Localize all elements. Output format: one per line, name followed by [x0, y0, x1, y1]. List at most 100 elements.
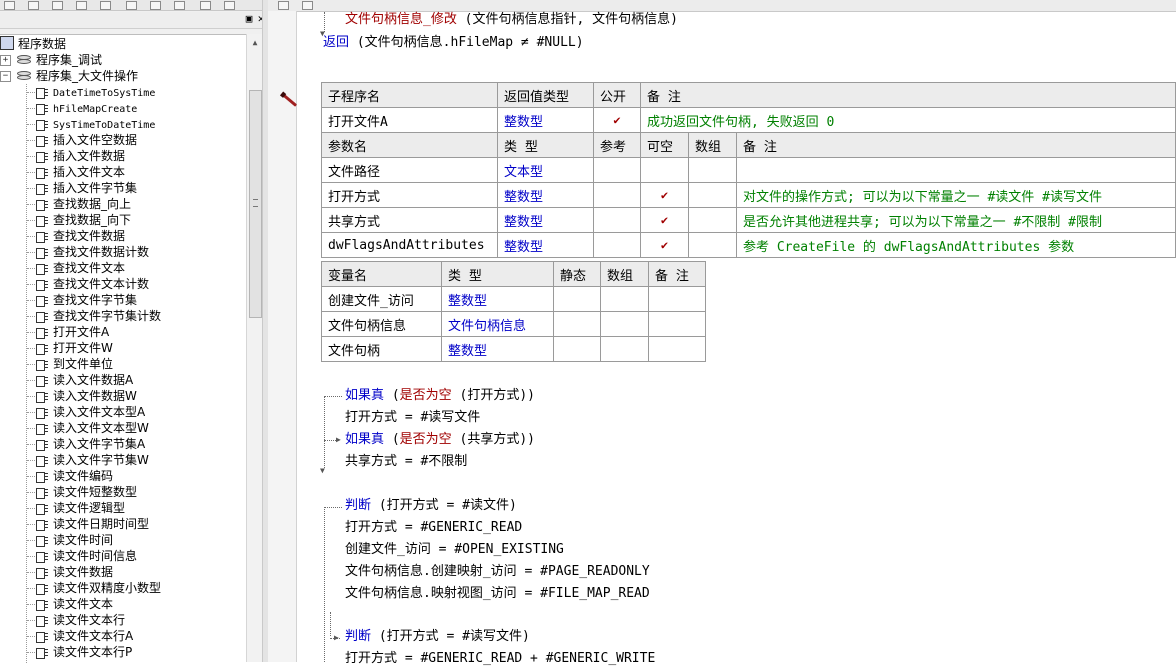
check-icon[interactable]: ✔	[640, 232, 689, 258]
subroutine-name[interactable]: 打开文件A	[321, 107, 498, 133]
table-row[interactable]: 共享方式 整数型 ✔ 是否允许其他进程共享; 可以为以下常量之一 #不限制 #限…	[321, 207, 1176, 233]
scroll-thumb[interactable]	[249, 90, 262, 318]
tree-item[interactable]: 查找文件字节集	[35, 292, 137, 308]
tree-item[interactable]: DateTimeToSysTime	[35, 84, 155, 100]
var-static[interactable]	[553, 336, 601, 362]
tree-item[interactable]: 查找文件数据	[35, 228, 125, 244]
tree-item[interactable]: 插入文件空数据	[35, 132, 137, 148]
tree-item[interactable]: 到文件单位	[35, 356, 113, 372]
toolbar-icon[interactable]	[4, 1, 15, 10]
code-line[interactable]: 打开方式 = #读写文件	[345, 410, 480, 426]
param-name[interactable]: 文件路径	[321, 157, 498, 183]
code-line[interactable]: 创建文件_访问 = #OPEN_EXISTING	[345, 542, 564, 558]
code-line[interactable]: 文件句柄信息.映射视图_访问 = #FILE_MAP_READ	[345, 586, 650, 602]
param-array[interactable]	[688, 207, 737, 233]
param-name[interactable]: 共享方式	[321, 207, 498, 233]
tree-item[interactable]: 插入文件数据	[35, 148, 125, 164]
param-ref[interactable]	[593, 182, 641, 208]
tree-item[interactable]: 读入文件数据W	[35, 388, 137, 404]
toolbar-icon[interactable]	[126, 1, 137, 10]
return-type[interactable]: 整数型	[497, 107, 594, 133]
var-note[interactable]	[648, 336, 706, 362]
table-row[interactable]: 创建文件_访问 整数型	[321, 286, 706, 312]
tree-item[interactable]: 读入文件数据A	[35, 372, 133, 388]
param-note[interactable]: 是否允许其他进程共享; 可以为以下常量之一 #不限制 #限制	[736, 207, 1176, 233]
var-name[interactable]: 文件句柄信息	[321, 311, 442, 337]
tree-item[interactable]: 读文件日期时间型	[35, 516, 149, 532]
param-array[interactable]	[688, 182, 737, 208]
pin-icon[interactable]: ▣	[243, 13, 255, 25]
note-cell[interactable]: 成功返回文件句柄, 失败返回 0	[640, 107, 1176, 133]
toolbar-icon[interactable]	[224, 1, 235, 10]
table-row[interactable]: 文件句柄信息 文件句柄信息	[321, 311, 706, 337]
param-type[interactable]: 整数型	[497, 207, 594, 233]
param-type[interactable]: 文本型	[497, 157, 594, 183]
param-ref[interactable]	[593, 207, 641, 233]
code-line[interactable]: 如果真 (是否为空 (共享方式))	[345, 432, 535, 448]
toolbar-icon[interactable]	[174, 1, 185, 10]
param-note[interactable]	[736, 157, 1176, 183]
tree-item[interactable]: 查找文件字节集计数	[35, 308, 161, 324]
var-array[interactable]	[600, 336, 649, 362]
tree-item[interactable]: 查找文件文本	[35, 260, 125, 276]
toolbar-icon[interactable]	[52, 1, 63, 10]
table-row[interactable]: dwFlagsAndAttributes 整数型 ✔ 参考 CreateFile…	[321, 232, 1176, 258]
tree-item[interactable]: 读文件文本	[35, 596, 113, 612]
param-array[interactable]	[688, 157, 737, 183]
code-editor[interactable]: ▼ 文件句柄信息_修改 (文件句柄信息指针, 文件句柄信息) 返回 (文件句柄信…	[268, 0, 1176, 666]
tree-item[interactable]: 读入文件字节集A	[35, 436, 145, 452]
tree-item[interactable]: 读文件双精度小数型	[35, 580, 161, 596]
tree-item[interactable]: 查找数据_向下	[35, 212, 131, 228]
code-line[interactable]: 共享方式 = #不限制	[345, 454, 467, 470]
code-line[interactable]: 打开方式 = #GENERIC_READ	[345, 520, 522, 536]
check-icon[interactable]: ✔	[640, 207, 689, 233]
param-nullable[interactable]	[640, 157, 689, 183]
param-type[interactable]: 整数型	[497, 182, 594, 208]
toolbar-icon[interactable]	[76, 1, 87, 10]
param-name[interactable]: 打开方式	[321, 182, 498, 208]
code-line[interactable]: 打开方式 = #GENERIC_READ + #GENERIC_WRITE	[345, 651, 655, 667]
var-note[interactable]	[648, 311, 706, 337]
param-note[interactable]: 参考 CreateFile 的 dwFlagsAndAttributes 参数	[736, 232, 1176, 258]
toolbar-icon[interactable]	[278, 1, 289, 10]
tree-group-debug[interactable]: 程序集_调试	[16, 52, 102, 68]
tree-item[interactable]: 查找文件数据计数	[35, 244, 149, 260]
var-note[interactable]	[648, 286, 706, 312]
var-type[interactable]: 文件句柄信息	[441, 311, 554, 337]
code-line[interactable]: 判断 (打开方式 = #读文件)	[345, 498, 517, 514]
param-ref[interactable]	[593, 232, 641, 258]
tree-item[interactable]: 查找文件文本计数	[35, 276, 149, 292]
tree-item[interactable]: 读入文件文本型W	[35, 420, 149, 436]
tree-group-bigfile[interactable]: 程序集_大文件操作	[16, 68, 138, 84]
table-row[interactable]: 打开方式 整数型 ✔ 对文件的操作方式; 可以为以下常量之一 #读文件 #读写文…	[321, 182, 1176, 208]
code-line[interactable]: 如果真 (是否为空 (打开方式))	[345, 388, 535, 404]
var-name[interactable]: 创建文件_访问	[321, 286, 442, 312]
var-array[interactable]	[600, 286, 649, 312]
toolbar-icon[interactable]	[200, 1, 211, 10]
tree-item[interactable]: 打开文件A	[35, 324, 109, 340]
param-type[interactable]: 整数型	[497, 232, 594, 258]
code-line[interactable]: 文件句柄信息_修改 (文件句柄信息指针, 文件句柄信息)	[345, 12, 678, 28]
toolbar-icon[interactable]	[28, 1, 39, 10]
toolbar-icon[interactable]	[100, 1, 111, 10]
var-name[interactable]: 文件句柄	[321, 336, 442, 362]
toolbar-icon[interactable]	[150, 1, 161, 10]
tree-item[interactable]: 读文件文本行A	[35, 628, 133, 644]
expand-icon[interactable]: +	[0, 55, 11, 66]
table-row[interactable]: 文件句柄 整数型	[321, 336, 706, 362]
tree-item[interactable]: 插入文件文本	[35, 164, 125, 180]
table-row[interactable]: 文件路径 文本型	[321, 157, 1176, 183]
param-note[interactable]: 对文件的操作方式; 可以为以下常量之一 #读文件 #读写文件	[736, 182, 1176, 208]
tree-item[interactable]: 读文件文本行	[35, 612, 125, 628]
check-icon[interactable]: ✔	[593, 107, 641, 133]
tree-item[interactable]: 读文件短整数型	[35, 484, 137, 500]
var-type[interactable]: 整数型	[441, 336, 554, 362]
tree-item[interactable]: 读文件逻辑型	[35, 500, 125, 516]
var-static[interactable]	[553, 286, 601, 312]
var-array[interactable]	[600, 311, 649, 337]
tree-item[interactable]: 读文件数据	[35, 564, 113, 580]
tree-item[interactable]: 读文件编码	[35, 468, 113, 484]
check-icon[interactable]: ✔	[640, 182, 689, 208]
tree-item[interactable]: 读文件文本行P	[35, 644, 132, 660]
var-static[interactable]	[553, 311, 601, 337]
